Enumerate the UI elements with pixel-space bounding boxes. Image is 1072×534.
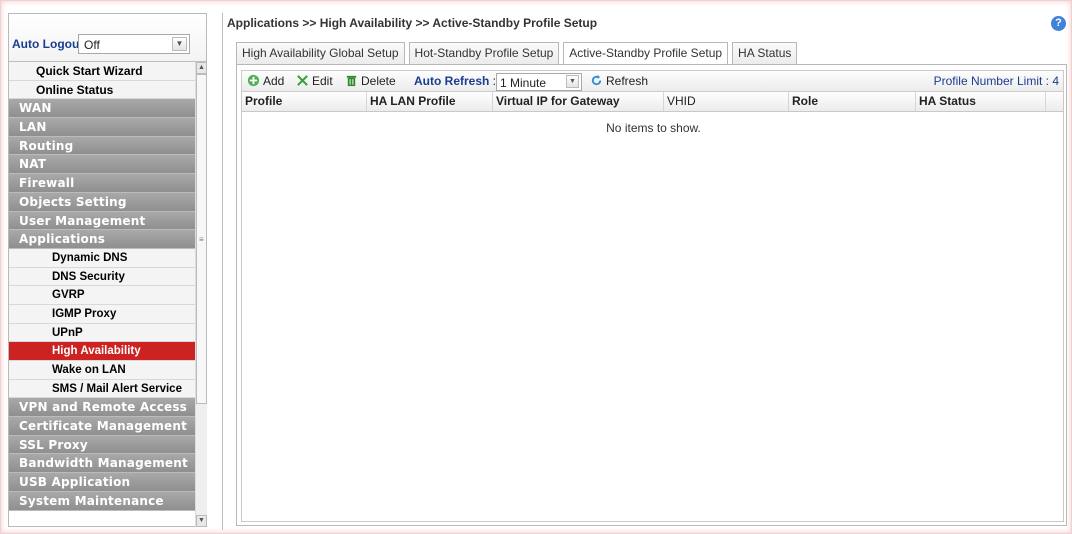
delete-label: Delete: [361, 74, 396, 88]
refresh-button[interactable]: Refresh: [590, 74, 648, 88]
sidebar-item-user-management[interactable]: User Management: [9, 211, 195, 231]
edit-icon: [297, 75, 308, 86]
delete-button[interactable]: Delete: [345, 74, 396, 88]
column-header-vhid[interactable]: VHID: [664, 92, 789, 111]
sidebar-item-igmp-proxy[interactable]: IGMP Proxy: [9, 304, 195, 324]
auto-logout-select[interactable]: Off ▼: [78, 34, 190, 54]
sidebar-item-ssl-proxy[interactable]: SSL Proxy: [9, 435, 195, 455]
sidebar-item-nat[interactable]: NAT: [9, 155, 195, 175]
breadcrumb: Applications >> High Availability >> Act…: [227, 16, 598, 30]
edit-label: Edit: [312, 74, 333, 88]
toolbar: Add Edit Delete Auto Refresh : 1 Minute …: [241, 70, 1064, 92]
profile-panel: Add Edit Delete Auto Refresh : 1 Minute …: [236, 64, 1067, 526]
trash-icon: [346, 75, 357, 87]
sidebar-item-certificate-management[interactable]: Certificate Management: [9, 417, 195, 436]
grip-icon: ≡: [199, 235, 204, 244]
scroll-down-icon[interactable]: ▼: [196, 515, 207, 527]
column-header-ha-lan-profile[interactable]: HA LAN Profile: [367, 92, 493, 111]
sidebar-item-gvrp[interactable]: GVRP: [9, 286, 195, 305]
sidebar-item-vpn-and-remote-access[interactable]: VPN and Remote Access: [9, 398, 195, 418]
empty-message: No items to show.: [606, 121, 701, 135]
add-button[interactable]: Add: [247, 74, 284, 88]
chevron-down-icon[interactable]: ▼: [566, 75, 579, 88]
sidebar-item-firewall[interactable]: Firewall: [9, 174, 195, 193]
sidebar-item-quick-start-wizard[interactable]: Quick Start Wizard: [9, 62, 195, 81]
auto-refresh-label: Auto Refresh :: [414, 74, 497, 88]
sidebar-menu: Quick Start Wizard Online Status WAN LAN Rou…: [9, 62, 195, 511]
scroll-up-icon[interactable]: ▲: [196, 62, 207, 74]
sidebar-item-dns-security[interactable]: DNS Security: [9, 267, 195, 287]
sidebar-item-wan[interactable]: WAN: [9, 99, 195, 119]
tab-active-standby-profile-setup[interactable]: Active-Standby Profile Setup: [563, 42, 729, 65]
sidebar-item-high-availability[interactable]: High Availability: [9, 342, 195, 361]
tab-ha-status[interactable]: HA Status: [732, 42, 798, 64]
sidebar-item-applications[interactable]: Applications: [9, 230, 195, 249]
main-content: Applications >> High Availability >> Act…: [222, 13, 1070, 530]
scrollbar-thumb[interactable]: ≡: [196, 74, 207, 404]
edit-button[interactable]: Edit: [296, 74, 333, 88]
sidebar-item-online-status[interactable]: Online Status: [9, 80, 195, 100]
add-label: Add: [263, 74, 285, 88]
column-header-profile[interactable]: Profile: [242, 92, 367, 111]
sidebar-item-routing[interactable]: Routing: [9, 136, 195, 156]
help-icon[interactable]: ?: [1051, 16, 1066, 31]
column-header-virtual-ip-for-gateway[interactable]: Virtual IP for Gateway: [493, 92, 664, 111]
sidebar-item-dynamic-dns[interactable]: Dynamic DNS: [9, 248, 195, 268]
sidebar-item-bandwidth-management[interactable]: Bandwidth Management: [9, 454, 195, 474]
auto-refresh-select[interactable]: 1 Minute ▼: [496, 73, 582, 91]
sidebar-item-usb-application[interactable]: USB Application: [9, 473, 195, 492]
sidebar-item-system-maintenance[interactable]: System Maintenance: [9, 491, 195, 511]
sidebar: Auto Logout : Off ▼ Quick Start Wizard On…: [8, 13, 207, 527]
auto-refresh-text: Auto Refresh: [414, 74, 490, 88]
tab-high-availability-global-setup[interactable]: High Availability Global Setup: [236, 42, 405, 64]
refresh-icon: [591, 74, 602, 86]
sidebar-scrollbar[interactable]: ▲ ≡ ▼: [195, 62, 207, 527]
column-header-role[interactable]: Role: [789, 92, 916, 111]
auto-refresh-value: 1 Minute: [500, 76, 547, 90]
sidebar-item-lan[interactable]: LAN: [9, 118, 195, 137]
chevron-down-icon[interactable]: ▼: [172, 37, 187, 51]
table-body: No items to show.: [241, 112, 1064, 522]
auto-logout-bar: Auto Logout : Off ▼: [9, 14, 206, 62]
add-icon: [247, 74, 260, 87]
tab-hot-standby-profile-setup[interactable]: Hot-Standby Profile Setup: [408, 42, 560, 64]
table-header: Profile HA LAN Profile Virtual IP for Gate…: [241, 92, 1064, 112]
sidebar-item-wake-on-lan[interactable]: Wake on LAN: [9, 361, 195, 380]
column-header-ha-status[interactable]: HA Status: [916, 92, 1046, 111]
sidebar-item-sms-mail-alert-service[interactable]: SMS / Mail Alert Service: [9, 379, 195, 399]
sidebar-item-objects-setting[interactable]: Objects Setting: [9, 192, 195, 212]
profile-limit: Profile Number Limit : 4: [933, 74, 1059, 88]
sidebar-item-upnp[interactable]: UPnP: [9, 323, 195, 343]
auto-logout-value: Off: [84, 38, 100, 52]
refresh-label: Refresh: [606, 74, 649, 88]
tab-bar: High Availability Global Setup Hot-Standb…: [236, 42, 801, 65]
